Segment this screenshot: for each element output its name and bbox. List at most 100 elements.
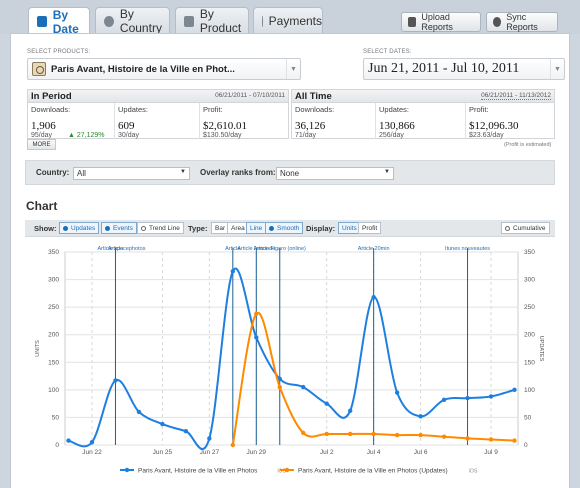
x-tick-label: Jun 29: [247, 449, 267, 456]
data-point: [254, 311, 259, 316]
stat-profit: Profit: $12,096.30 $23.63/day: [466, 103, 556, 139]
in-period-stats: Downloads: 1,906 95/day ▲ 27,129% Update…: [27, 103, 289, 139]
data-point: [160, 421, 165, 427]
y-tick-label-right: 150: [524, 359, 535, 366]
data-point: [465, 395, 470, 401]
select-dates-label: SELECT DATES:: [363, 49, 412, 55]
y-tick-label: 350: [48, 249, 59, 256]
x-tick-label: Jul 9: [484, 449, 498, 456]
stat-downloads: Downloads: 1,906 95/day ▲ 27,129%: [28, 103, 115, 139]
display-label: Display:: [306, 224, 336, 233]
sync-icon: [493, 17, 502, 27]
x-tick-label: Jun 27: [200, 449, 220, 456]
data-point: [183, 429, 189, 434]
all-time-title: All Time: [295, 90, 332, 102]
cumulative-toggle[interactable]: Cumulative: [501, 222, 550, 234]
y-tick-label-right: 250: [524, 304, 535, 311]
legend-label: Paris Avant, Histoire de la Ville en Pho…: [138, 468, 258, 475]
legend-label: Paris Avant, Histoire de la Ville en Pho…: [298, 468, 448, 475]
data-point: [394, 432, 400, 438]
legend-platform: iOS: [469, 469, 478, 475]
data-point: [301, 384, 306, 390]
all-time-header: All Time 06/21/2011 - 11/13/2012: [291, 89, 555, 103]
data-point: [418, 414, 423, 419]
data-point: [324, 431, 329, 437]
upload-reports-button[interactable]: Upload Reports: [401, 12, 481, 32]
date-range-select[interactable]: Jun 21, 2011 - Jul 10, 2011 ▼: [363, 58, 565, 80]
tab-label: By Date: [52, 7, 79, 36]
tab-label: By Product: [199, 7, 242, 35]
data-point: [512, 387, 517, 393]
tab-label: By Country: [119, 7, 162, 35]
radio-off-icon: [505, 225, 510, 231]
tab-label: Payments: [268, 14, 322, 28]
product-select[interactable]: Paris Avant, Histoire de la Ville en Pho…: [27, 58, 301, 80]
data-point: [254, 335, 259, 340]
chevron-down-icon: ▼: [180, 169, 186, 175]
x-tick-label: Jul 2: [320, 449, 334, 456]
select-products-label: SELECT PRODUCTS:: [27, 49, 91, 55]
y-axis-label: UNITS: [35, 340, 41, 357]
data-point: [301, 430, 306, 436]
y-tick-label: 300: [48, 277, 59, 284]
show-events-toggle[interactable]: Events: [101, 222, 137, 234]
show-updates-toggle[interactable]: Updates: [59, 222, 100, 234]
y-tick-label: 0: [55, 442, 59, 449]
globe-icon: [104, 15, 114, 27]
stat-label: Downloads:: [31, 105, 71, 114]
overlay-select[interactable]: None ▼: [276, 167, 394, 180]
data-point: [347, 431, 353, 437]
in-period-range: 06/21/2011 - 07/10/2011: [215, 92, 285, 99]
all-time-stats: Downloads: 36,126 71/day Updates: 130,86…: [291, 103, 555, 139]
type-line-button[interactable]: Line: [246, 222, 267, 234]
stat-updates: Updates: 609 30/day: [115, 103, 200, 139]
grid-icon: [184, 15, 194, 27]
stat-label: Profit:: [469, 105, 489, 114]
data-point: [89, 440, 95, 445]
overlay-label: Overlay ranks from:: [200, 168, 276, 177]
data-point: [371, 431, 376, 437]
toggle-label: Smooth: [277, 224, 300, 232]
upload-label: Upload Reports: [421, 12, 453, 32]
stat-rate: 256/day: [379, 132, 404, 139]
stat-value: 130,866: [379, 120, 415, 132]
event-label: Itunes nouveautes: [445, 246, 490, 252]
in-period-title: In Period: [31, 90, 72, 102]
chevron-down-icon: ▼: [286, 59, 300, 79]
y-tick-label-right: 0: [524, 442, 528, 449]
stat-value: 609: [118, 120, 135, 132]
country-value: All: [77, 169, 86, 178]
y-tick-label: 250: [48, 304, 59, 311]
data-point: [277, 384, 282, 390]
y-tick-label: 150: [48, 359, 59, 366]
y-tick-label: 50: [52, 414, 60, 421]
radio-off-icon: [141, 225, 146, 231]
overlay-value: None: [280, 169, 300, 178]
data-point: [66, 438, 71, 443]
data-point: [136, 409, 142, 415]
stat-value: $2,610.01: [203, 120, 247, 132]
tab-payments[interactable]: Payments: [253, 7, 323, 34]
upload-icon: [408, 17, 417, 27]
sync-reports-button[interactable]: Sync Reports: [486, 12, 558, 32]
tab-by-date[interactable]: By Date: [28, 7, 90, 36]
chevron-down-icon: ▼: [550, 59, 564, 79]
stat-downloads: Downloads: 36,126 71/day: [292, 103, 376, 139]
y-axis-label-right: UPDATES: [538, 336, 544, 362]
tab-by-product[interactable]: By Product: [175, 7, 249, 35]
display-profit-button[interactable]: Profit: [358, 222, 382, 234]
data-point: [324, 401, 329, 406]
y-tick-label-right: 200: [524, 332, 535, 339]
tab-by-country[interactable]: By Country: [95, 7, 170, 35]
stat-value: 1,906: [31, 120, 56, 132]
more-button[interactable]: MORE: [27, 139, 56, 150]
legend-dot: [284, 467, 290, 473]
x-tick-label: Jun 25: [153, 449, 173, 456]
stat-rate: $23.63/day: [469, 132, 504, 139]
smooth-toggle[interactable]: Smooth: [265, 222, 304, 234]
chevron-down-icon: ▼: [384, 169, 390, 175]
show-trend-toggle[interactable]: Trend Line: [137, 222, 184, 234]
x-tick-label: Jul 6: [414, 449, 428, 456]
country-select[interactable]: All ▼: [73, 167, 190, 180]
profit-note: (Profit is estimated): [504, 142, 552, 148]
